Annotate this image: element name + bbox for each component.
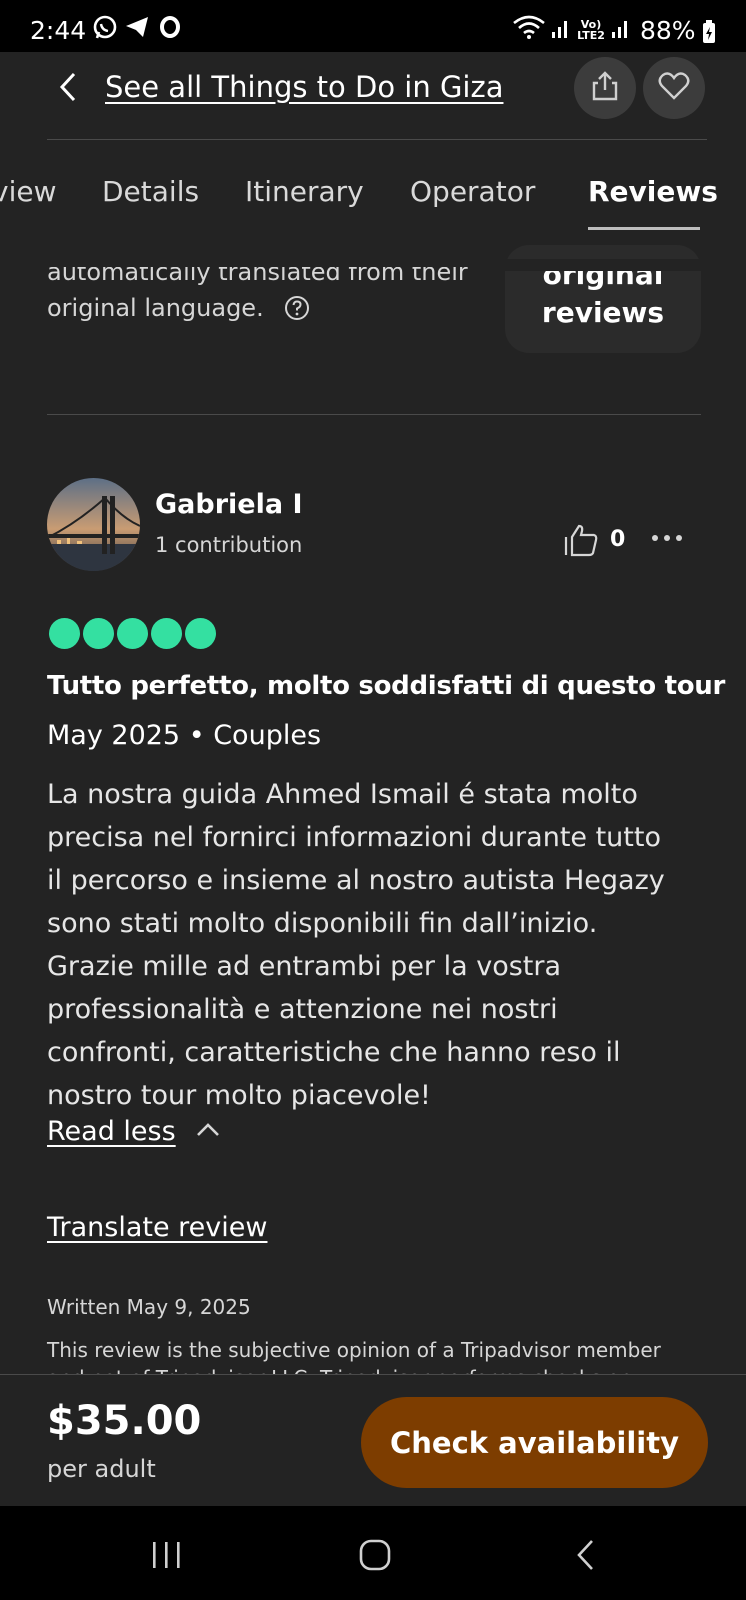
battery-percent: 88% [640, 16, 696, 45]
see-all-things-link[interactable]: See all Things to Do in Giza [105, 70, 503, 104]
rating-bubble [83, 618, 114, 649]
rating-bubble [151, 618, 182, 649]
more-options-icon[interactable] [650, 528, 684, 547]
price-unit: per adult [47, 1455, 156, 1483]
tab-operator[interactable]: Operator [410, 175, 535, 208]
back-icon[interactable] [573, 1538, 597, 1576]
share-icon [590, 70, 620, 106]
heart-icon [658, 72, 690, 104]
help-icon[interactable] [284, 295, 310, 325]
tab-details[interactable]: Details [102, 175, 199, 208]
header-divider [47, 139, 707, 140]
status-time: 2:44 [30, 16, 87, 45]
helpful-count: 0 [610, 527, 626, 552]
thumbs-up-icon[interactable] [563, 523, 599, 561]
reviewer-name[interactable]: Gabriela I [155, 489, 303, 520]
disclaimer-line1: This review is the subjective opinion of… [47, 1338, 661, 1362]
back-chevron-icon[interactable] [58, 70, 78, 113]
review-title: Tutto perfetto, molto soddisfatti di que… [47, 671, 726, 701]
tab-overview[interactable]: view [0, 175, 56, 208]
share-button[interactable] [574, 57, 636, 119]
battery-icon [702, 20, 716, 48]
contribution-count: 1 contribution [155, 533, 303, 557]
review-body: La nostra guida Ahmed Ismail é stata mol… [47, 779, 665, 1111]
section-divider [47, 414, 701, 415]
read-less-link[interactable]: Read less [47, 1116, 176, 1147]
active-tab-indicator [588, 227, 700, 230]
volte-badge: Vo) LTE2 [577, 18, 605, 42]
home-icon[interactable] [358, 1538, 392, 1576]
recent-apps-icon[interactable] [150, 1540, 184, 1574]
written-date: Written May 9, 2025 [47, 1295, 251, 1319]
tab-itinerary[interactable]: Itinerary [245, 175, 364, 208]
rating-bubble [185, 618, 216, 649]
check-availability-button[interactable]: Check availability [361, 1397, 708, 1488]
wifi-icon [512, 14, 546, 46]
rating-bubble [49, 618, 80, 649]
tab-reviews[interactable]: Reviews [588, 175, 718, 208]
review-date-trip-type: May 2025 • Couples [47, 720, 322, 751]
opera-icon [158, 14, 182, 46]
avatar[interactable] [47, 478, 140, 571]
translation-notice-line2: original language. [47, 294, 264, 322]
rating-bubble [117, 618, 148, 649]
whatsapp-icon [92, 14, 118, 46]
signal-icon-2 [610, 14, 632, 46]
telegram-icon [124, 14, 150, 46]
status-bar: 2:44 Vo) LTE2 88% [0, 0, 746, 52]
translate-review-link[interactable]: Translate review [47, 1212, 267, 1243]
save-button[interactable] [643, 57, 705, 119]
signal-icon [550, 14, 572, 46]
chevron-up-icon[interactable] [195, 1120, 221, 1142]
price: $35.00 [47, 1398, 202, 1444]
